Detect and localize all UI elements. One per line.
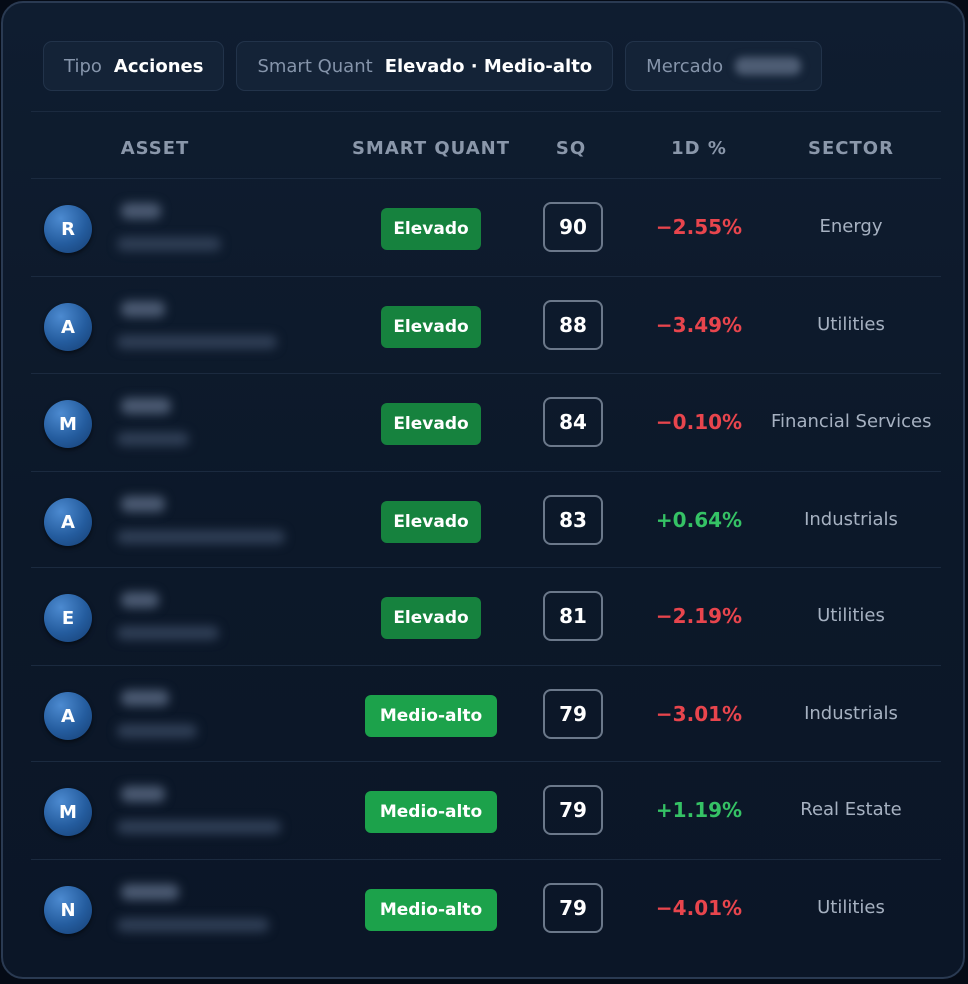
- redacted-ticker: [121, 301, 165, 317]
- daily-change: +0.64%: [655, 508, 743, 532]
- redacted-asset-name: [117, 237, 221, 251]
- table-row[interactable]: R Elevado 90 −2.55% Energy: [31, 179, 941, 276]
- smart-quant-badge: Medio-alto: [365, 791, 497, 833]
- sector-label: Industrials: [804, 703, 898, 724]
- table-header: ASSET SMART QUANT SQ 1D % SECTOR: [31, 113, 941, 179]
- screener-panel: Tipo Acciones Smart Quant Elevado · Medi…: [1, 1, 965, 979]
- sector-label: Financial Services: [771, 411, 932, 432]
- daily-change: −0.10%: [655, 410, 743, 434]
- asset-avatar: A: [44, 692, 92, 740]
- asset-avatar: R: [44, 205, 92, 253]
- daily-change: −3.49%: [655, 313, 743, 337]
- redacted-asset-name: [117, 530, 285, 544]
- smart-quant-badge: Medio-alto: [365, 695, 497, 737]
- asset-avatar: A: [44, 303, 92, 351]
- daily-change: −2.55%: [655, 215, 743, 239]
- sector-label: Real Estate: [800, 799, 902, 820]
- table-row[interactable]: M Medio-alto 79 +1.19% Real Estate: [31, 762, 941, 859]
- sq-score: 79: [543, 689, 603, 739]
- redacted-ticker: [121, 884, 179, 900]
- redacted-ticker: [121, 786, 165, 802]
- smart-quant-badge: Elevado: [381, 403, 481, 445]
- sector-label: Utilities: [817, 314, 885, 335]
- column-header-asset[interactable]: ASSET: [95, 113, 215, 179]
- table-row[interactable]: E Elevado 81 −2.19% Utilities: [31, 568, 941, 665]
- redacted-ticker: [121, 398, 171, 414]
- daily-change: +1.19%: [655, 798, 743, 822]
- asset-avatar: M: [44, 400, 92, 448]
- daily-change: −4.01%: [655, 896, 743, 920]
- table-row[interactable]: A Elevado 88 −3.49% Utilities: [31, 277, 941, 374]
- daily-change: −2.19%: [655, 604, 743, 628]
- redacted-asset-name: [117, 626, 219, 640]
- asset-avatar: E: [44, 594, 92, 642]
- asset-avatar: N: [44, 886, 92, 934]
- redacted-value: [735, 57, 802, 75]
- smart-quant-badge: Elevado: [381, 208, 481, 250]
- smart-quant-badge: Elevado: [381, 501, 481, 543]
- sector-label: Energy: [819, 216, 883, 237]
- filter-chip-tipo[interactable]: Tipo Acciones: [43, 41, 225, 91]
- redacted-asset-name: [117, 335, 277, 349]
- asset-avatar: A: [44, 498, 92, 546]
- redacted-ticker: [121, 203, 161, 219]
- column-header-sq[interactable]: SQ: [531, 113, 611, 179]
- sq-score: 90: [543, 202, 603, 252]
- divider: [31, 111, 941, 112]
- filter-value: Acciones: [113, 55, 204, 77]
- column-header-change[interactable]: 1D %: [621, 113, 777, 179]
- redacted-asset-name: [117, 820, 281, 834]
- redacted-ticker: [121, 592, 159, 608]
- column-header-smart-quant[interactable]: SMART QUANT: [341, 113, 521, 179]
- filter-chip-smart-quant[interactable]: Smart Quant Elevado · Medio-alto: [236, 41, 614, 91]
- sq-score: 81: [543, 591, 603, 641]
- sq-score: 83: [543, 495, 603, 545]
- table-row[interactable]: N Medio-alto 79 −4.01% Utilities: [31, 860, 941, 957]
- filter-label: Mercado: [646, 55, 724, 77]
- redacted-ticker: [121, 690, 169, 706]
- column-header-sector[interactable]: SECTOR: [771, 113, 931, 179]
- sq-score: 84: [543, 397, 603, 447]
- sector-label: Industrials: [804, 509, 898, 530]
- asset-avatar: M: [44, 788, 92, 836]
- filter-value: Elevado · Medio-alto: [384, 55, 593, 77]
- sq-score: 79: [543, 883, 603, 933]
- filter-bar: Tipo Acciones Smart Quant Elevado · Medi…: [43, 41, 823, 91]
- sq-score: 79: [543, 785, 603, 835]
- sq-score: 88: [543, 300, 603, 350]
- smart-quant-badge: Medio-alto: [365, 889, 497, 931]
- smart-quant-badge: Elevado: [381, 306, 481, 348]
- sector-label: Utilities: [817, 897, 885, 918]
- redacted-asset-name: [117, 724, 197, 738]
- smart-quant-badge: Elevado: [381, 597, 481, 639]
- sector-label: Utilities: [817, 605, 885, 626]
- redacted-asset-name: [117, 432, 189, 446]
- filter-chip-mercado[interactable]: Mercado: [625, 41, 823, 91]
- filter-label: Tipo: [64, 55, 102, 77]
- redacted-ticker: [121, 496, 165, 512]
- daily-change: −3.01%: [655, 702, 743, 726]
- table-row[interactable]: A Elevado 83 +0.64% Industrials: [31, 472, 941, 569]
- redacted-asset-name: [117, 918, 269, 932]
- table-row[interactable]: M Elevado 84 −0.10% Financial Services: [31, 374, 941, 471]
- filter-label: Smart Quant: [257, 55, 373, 77]
- table-row[interactable]: A Medio-alto 79 −3.01% Industrials: [31, 666, 941, 763]
